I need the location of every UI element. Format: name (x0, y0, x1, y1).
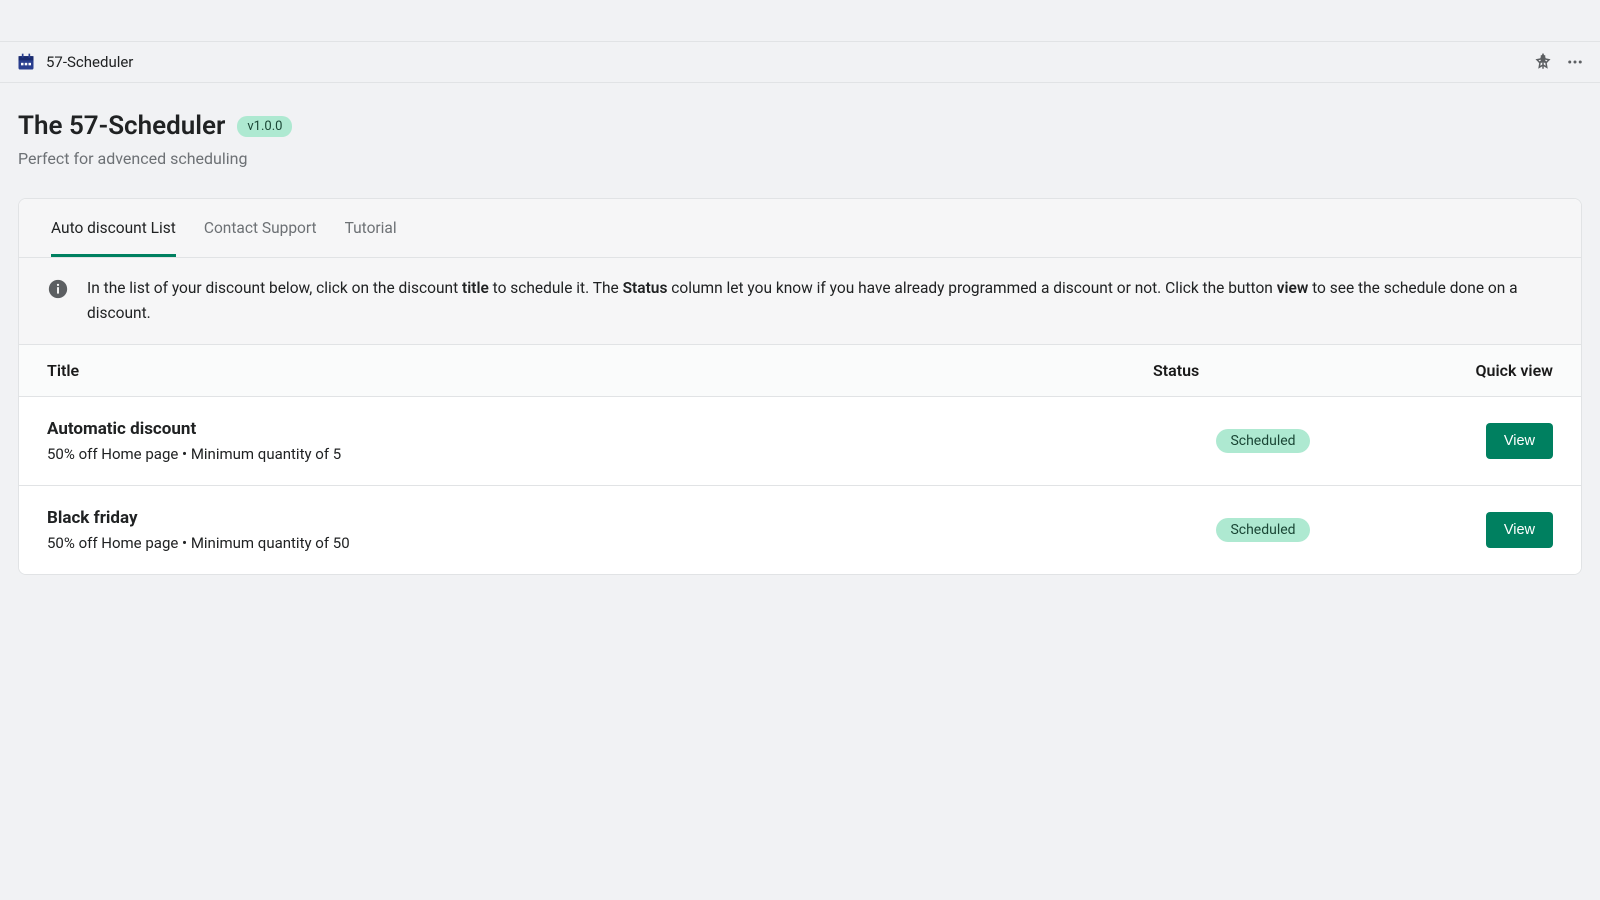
page-wrap: The 57-Scheduler v1.0.0 Perfect for adve… (0, 83, 1600, 575)
more-icon[interactable] (1566, 53, 1584, 71)
app-titlebar: 57-Scheduler (0, 42, 1600, 83)
row-title-main: Black friday (47, 508, 1153, 528)
app-name: 57-Scheduler (46, 53, 133, 71)
row-title-cell[interactable]: Automatic discount 50% off Home page • M… (47, 419, 1153, 463)
page-head: The 57-Scheduler v1.0.0 (18, 111, 1582, 141)
app-logo-icon (16, 52, 36, 72)
app-titlebar-left: 57-Scheduler (16, 52, 133, 72)
banner-text-pre: In the list of your discount below, clic… (87, 279, 462, 297)
table-row: Black friday 50% off Home page • Minimum… (19, 486, 1581, 574)
version-badge: v1.0.0 (237, 116, 292, 137)
main-card: Auto discount List Contact Support Tutor… (18, 198, 1582, 575)
row-quick-cell: View (1373, 423, 1553, 459)
top-spacer (0, 0, 1600, 42)
row-status-cell: Scheduled (1153, 429, 1373, 453)
status-badge: Scheduled (1216, 518, 1309, 542)
col-header-status: Status (1153, 361, 1373, 380)
info-icon (47, 278, 69, 300)
col-header-quick: Quick view (1373, 361, 1553, 380)
row-title-sub: 50% off Home page • Minimum quantity of … (47, 534, 1153, 552)
tabs: Auto discount List Contact Support Tutor… (19, 199, 1581, 258)
info-banner: In the list of your discount below, clic… (19, 258, 1581, 345)
table-header: Title Status Quick view (19, 345, 1581, 397)
view-button[interactable]: View (1486, 512, 1553, 548)
banner-text-mid2: column let you know if you have already … (667, 279, 1276, 297)
banner-text-b3: view (1277, 279, 1309, 297)
tab-contact-support[interactable]: Contact Support (204, 199, 317, 257)
table-row: Automatic discount 50% off Home page • M… (19, 397, 1581, 486)
view-button[interactable]: View (1486, 423, 1553, 459)
page-subtitle: Perfect for advenced scheduling (18, 149, 1582, 168)
banner-text-b1: title (462, 279, 489, 297)
row-quick-cell: View (1373, 512, 1553, 548)
row-status-cell: Scheduled (1153, 518, 1373, 542)
col-header-title: Title (47, 361, 1153, 380)
status-badge: Scheduled (1216, 429, 1309, 453)
banner-text-b2: Status (623, 279, 668, 297)
pin-icon[interactable] (1534, 53, 1552, 71)
row-title-main: Automatic discount (47, 419, 1153, 439)
row-title-sub: 50% off Home page • Minimum quantity of … (47, 445, 1153, 463)
info-banner-text: In the list of your discount below, clic… (87, 276, 1553, 326)
tab-tutorial[interactable]: Tutorial (345, 199, 397, 257)
row-title-cell[interactable]: Black friday 50% off Home page • Minimum… (47, 508, 1153, 552)
banner-text-mid1: to schedule it. The (489, 279, 623, 297)
tab-auto-discount-list[interactable]: Auto discount List (51, 199, 176, 257)
app-titlebar-right (1534, 53, 1584, 71)
page-title: The 57-Scheduler (18, 111, 225, 141)
